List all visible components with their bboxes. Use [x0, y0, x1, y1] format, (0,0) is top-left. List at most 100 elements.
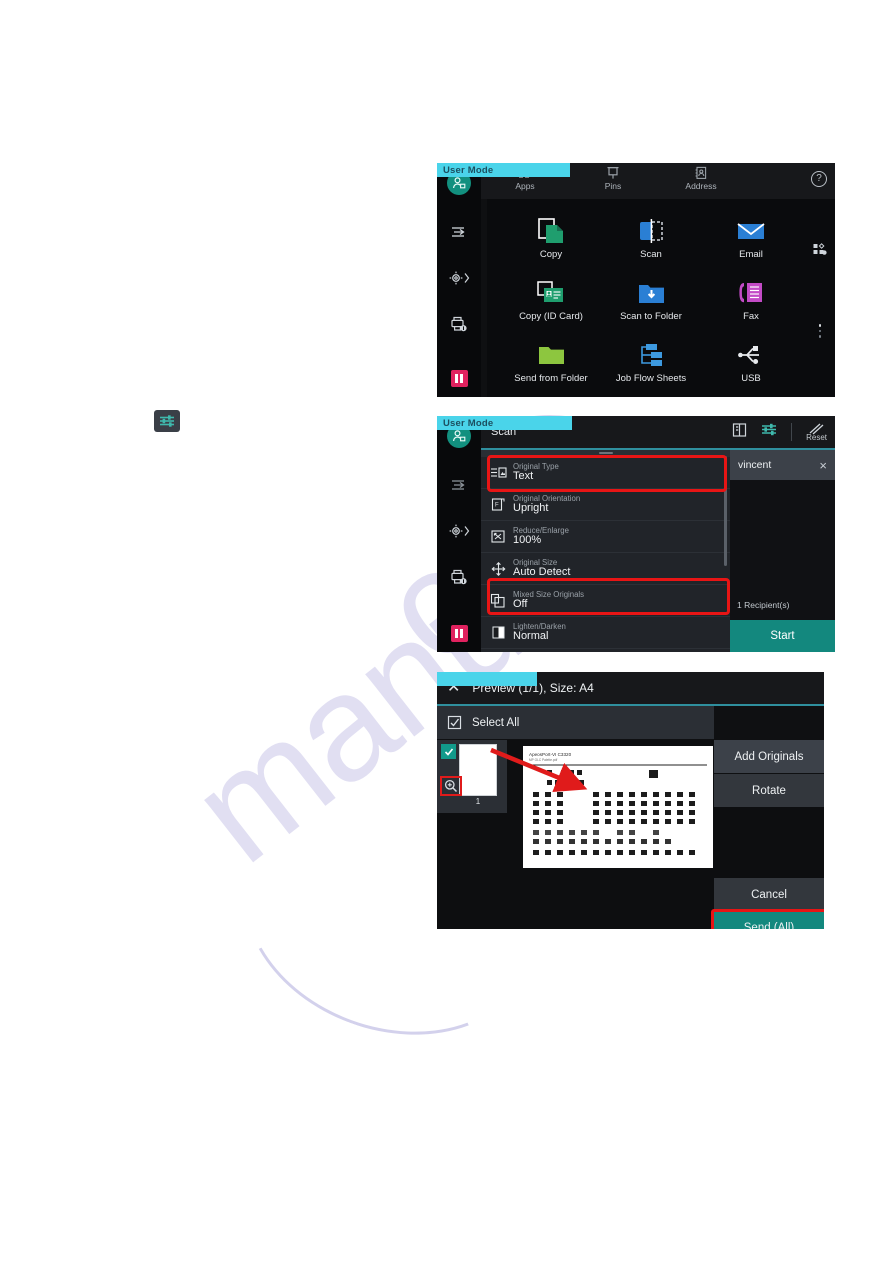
original-size-icon	[487, 561, 509, 577]
thumbnail-page-number: 1	[475, 797, 481, 806]
app-scan-label: Scan	[640, 249, 662, 260]
tab-address-label: Address	[685, 181, 717, 191]
app-copy[interactable]: Copy	[501, 207, 601, 269]
usb-icon	[737, 340, 765, 370]
setting-mixed-size-originals[interactable]: Mixed Size Originals Off	[481, 585, 730, 617]
secure-print-icon[interactable]	[446, 313, 472, 335]
user-mode-label: User Mode	[443, 165, 494, 176]
app-copy-id-card-label: Copy (ID Card)	[519, 311, 583, 322]
pause-icon[interactable]	[450, 625, 468, 642]
adjustments-icon	[154, 410, 180, 432]
reset-button[interactable]: Reset	[806, 423, 827, 442]
app-fax[interactable]: Fax	[701, 269, 801, 331]
pause-icon[interactable]	[450, 370, 468, 387]
app-usb-label: USB	[741, 373, 761, 384]
send-all-button[interactable]: Send (All)	[714, 912, 824, 929]
recipient-count: 1 Recipient(s)	[737, 600, 790, 610]
tab-pins[interactable]: Pins	[569, 163, 657, 191]
tab-pins-label: Pins	[604, 181, 622, 191]
apps-body: Copy Scan Email Copy (ID Card) Scan to F…	[487, 199, 835, 397]
recipient-name: vincent	[738, 459, 772, 471]
mixed-size-icon	[487, 593, 509, 608]
original-type-icon	[487, 465, 509, 480]
copy-icon	[537, 216, 566, 246]
app-copy-id-card[interactable]: Copy (ID Card)	[501, 269, 601, 331]
tab-apps-label: Apps	[515, 181, 535, 191]
app-scan-to-folder-label: Scan to Folder	[620, 311, 682, 322]
reset-label: Reset	[806, 432, 827, 442]
app-email-label: Email	[739, 249, 763, 260]
setting-value: 100%	[513, 533, 542, 546]
logout-icon[interactable]	[446, 474, 472, 496]
folder-icon	[537, 340, 566, 370]
app-fax-label: Fax	[743, 311, 759, 322]
preview-body: 1 ApeosPort-VI C3320 MP GLC Palette.pdf	[437, 740, 824, 929]
setting-reduce-enlarge[interactable]: Reduce/Enlarge 100%	[481, 521, 730, 553]
help-icon[interactable]: ?	[811, 171, 827, 187]
setting-value: Text	[513, 469, 534, 482]
user-mode-strip	[437, 672, 537, 686]
tab-address[interactable]: Address	[657, 163, 745, 191]
address-book-icon	[695, 166, 707, 179]
gear-icon[interactable]	[446, 520, 472, 542]
app-job-flow-sheets[interactable]: Job Flow Sheets	[601, 331, 701, 393]
reduce-enlarge-icon	[487, 529, 509, 544]
email-icon	[736, 216, 766, 246]
setting-lighten-darken[interactable]: Lighten/Darken Normal	[481, 617, 730, 649]
secure-print-icon[interactable]	[446, 566, 472, 588]
app-scan[interactable]: Scan	[601, 207, 701, 269]
fax-icon	[737, 278, 765, 308]
select-all-button[interactable]: Select All	[437, 706, 714, 739]
header-divider	[791, 423, 793, 441]
recipient-chip[interactable]: vincent ×	[730, 450, 835, 480]
lighten-darken-icon	[487, 625, 509, 640]
setting-value: Upright	[513, 501, 549, 514]
setting-original-size[interactable]: Original Size Auto Detect	[481, 553, 730, 585]
setting-original-type[interactable]: Original Type Text	[481, 457, 730, 489]
panel-preview: User Mode ✕ Preview (1/1), Size: A4 Sele…	[437, 672, 824, 929]
app-usb[interactable]: USB	[701, 331, 801, 393]
app-send-from-folder[interactable]: Send from Folder	[501, 331, 601, 393]
close-icon[interactable]: ×	[819, 459, 827, 472]
preview-icon[interactable]	[732, 422, 747, 443]
start-button[interactable]: Start	[730, 620, 835, 652]
panel-scan-settings: User Mode Scan Reset Original Type Text …	[437, 416, 835, 652]
select-all-label: Select All	[472, 716, 520, 729]
settings-scrollbar[interactable]	[724, 456, 727, 566]
cancel-button[interactable]: Cancel	[714, 878, 824, 911]
scan-icon	[637, 216, 666, 246]
left-rail	[437, 163, 481, 397]
app-email[interactable]: Email	[701, 207, 801, 269]
setting-value: Off	[513, 597, 528, 610]
page-dots[interactable]	[818, 324, 821, 338]
magnify-icon[interactable]	[440, 776, 462, 796]
recipient-panel: vincent × 1 Recipient(s) Start	[730, 450, 835, 652]
panel-apps-home: User Mode Apps Pins Address ? Copy Scan …	[437, 163, 835, 397]
scan-settings-list[interactable]: Original Type Text F Original Orientatio…	[481, 450, 730, 652]
gear-icon[interactable]	[446, 267, 472, 289]
setting-value: Normal	[513, 629, 549, 642]
app-send-from-folder-label: Send from Folder	[514, 373, 588, 384]
app-job-flow-sheets-label: Job Flow Sheets	[615, 373, 687, 384]
scan-header-tools: Reset	[732, 422, 835, 443]
rotate-button[interactable]: Rotate	[714, 774, 824, 807]
user-mode-label: User Mode	[443, 418, 494, 429]
job-flow-icon	[637, 340, 665, 370]
folder-down-icon	[637, 278, 666, 308]
apps-grid: Copy Scan Email Copy (ID Card) Scan to F…	[501, 207, 801, 393]
setting-original-orientation[interactable]: F Original Orientation Upright	[481, 489, 730, 521]
app-copy-label: Copy	[539, 249, 563, 260]
add-originals-button[interactable]: Add Originals	[714, 740, 824, 773]
button-spacer	[714, 807, 824, 878]
select-all-checkbox-icon	[447, 715, 462, 730]
apps-layout-icon[interactable]	[813, 243, 827, 261]
app-scan-to-folder[interactable]: Scan to Folder	[601, 269, 701, 331]
thumbnail-checkbox[interactable]	[441, 744, 456, 759]
logout-icon[interactable]	[446, 221, 472, 243]
left-rail	[437, 416, 481, 652]
adjustments-icon[interactable]	[761, 422, 777, 442]
pin-icon	[607, 167, 619, 179]
annotation-arrow	[490, 747, 588, 793]
list-drag-handle[interactable]	[481, 450, 730, 457]
id-card-icon	[536, 278, 566, 308]
